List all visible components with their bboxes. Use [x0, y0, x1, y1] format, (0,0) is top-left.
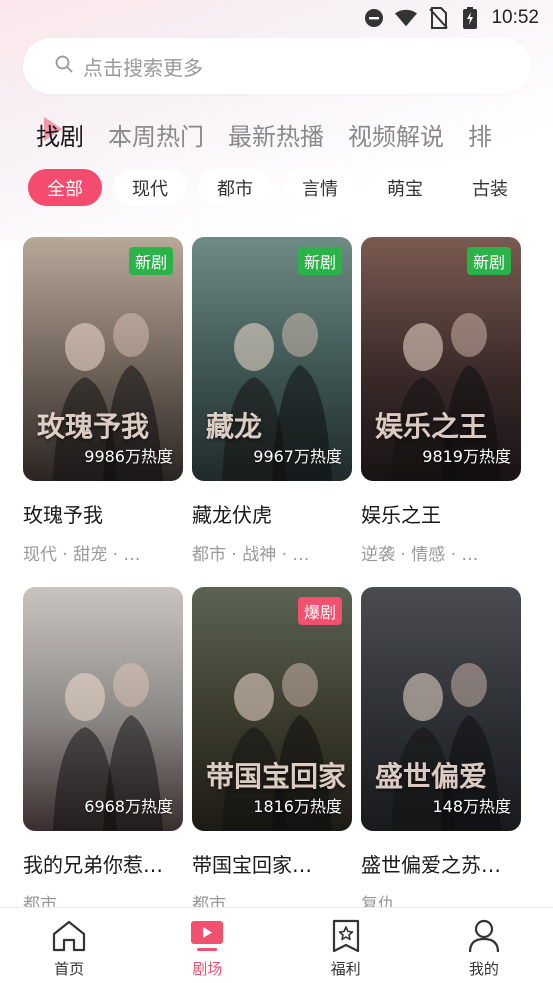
heat-count: 9819万热度 [422, 447, 511, 466]
tab-weekly-hot[interactable]: 本周热门 [108, 117, 204, 152]
drama-title[interactable]: 玫瑰予我 [23, 499, 183, 528]
nav-label: 福利 [330, 960, 361, 978]
drama-card[interactable]: 6968万热度 我的兄弟你惹… 都市 [23, 587, 183, 915]
heat-count: 9986万热度 [84, 447, 173, 466]
filter-chip-costume[interactable]: 古装 [453, 169, 527, 206]
poster-title-art: 藏龙 [206, 410, 263, 443]
wifi-icon [395, 7, 418, 29]
drama-card[interactable]: 盛世偏爱 148万热度 盛世偏爱之苏… 复仇 [361, 587, 521, 915]
nav-label: 首页 [54, 960, 85, 978]
theater-icon [189, 918, 225, 954]
drama-title[interactable]: 我的兄弟你惹… [23, 849, 183, 878]
tab-label: 排 [468, 122, 492, 151]
nav-label: 我的 [468, 960, 499, 978]
status-time: 10:52 [491, 7, 539, 28]
drama-title[interactable]: 盛世偏爱之苏… [361, 849, 521, 878]
filter-chip-romance[interactable]: 言情 [283, 169, 357, 206]
search-placeholder: 点击搜索更多 [83, 55, 203, 80]
tab-latest[interactable]: 最新热播 [228, 117, 324, 152]
badge-hot: 爆剧 [297, 597, 342, 625]
no-sim-icon [427, 7, 449, 29]
heat-count: 1816万热度 [253, 797, 342, 816]
drama-card[interactable]: 玫瑰予我 新剧 9986万热度 玫瑰予我 现代 · 甜宠 · … [23, 237, 183, 565]
drama-poster[interactable]: 藏龙 新剧 9967万热度 [192, 237, 352, 481]
drama-title[interactable]: 带国宝回家… [192, 849, 352, 878]
home-icon [51, 918, 87, 954]
search-icon [55, 55, 73, 77]
poster-title-art: 玫瑰予我 [37, 410, 150, 443]
profile-icon [466, 918, 502, 954]
tab-ranking[interactable]: 排 [468, 117, 492, 152]
heat-count: 9967万热度 [253, 447, 342, 466]
nav-theater[interactable]: 剧场 [147, 908, 267, 979]
drama-card[interactable]: 藏龙 新剧 9967万热度藏龙伏虎都市 · 战神 · … [192, 237, 352, 565]
drama-card[interactable]: 娱乐之王 新剧 9819万热度 娱乐之王 逆袭 · 情感 · … [361, 237, 521, 565]
heat-count: 148万热度 [432, 797, 511, 816]
bottom-navigation: 首页 剧场 福利 我的 [0, 907, 553, 983]
search-bar[interactable]: 点击搜索更多 [23, 38, 531, 94]
drama-poster[interactable]: 带国宝回家 爆剧 1816万热度 [192, 587, 352, 831]
nav-label: 剧场 [192, 960, 223, 978]
category-tabs: 找剧 本周热门 最新热播 视频解说 排 [36, 112, 553, 156]
drama-poster[interactable]: 娱乐之王 新剧 9819万热度 [361, 237, 521, 481]
badge-new: 新剧 [297, 247, 342, 275]
badge-new: 新剧 [466, 247, 511, 275]
filter-chip-urban[interactable]: 都市 [198, 169, 272, 206]
nav-welfare[interactable]: 福利 [286, 908, 406, 979]
tab-label: 找剧 [36, 122, 84, 151]
tab-label: 本周热门 [108, 122, 204, 151]
drama-title[interactable]: 藏龙伏虎 [192, 499, 352, 528]
drama-tags: 都市 · 战神 · … [192, 545, 310, 565]
drama-card[interactable]: 带国宝回家 爆剧 1816万热度 带国宝回家… 都市 [192, 587, 352, 915]
drama-tags: 逆袭 · 情感 · … [361, 545, 479, 565]
welfare-icon [328, 918, 364, 954]
filter-chip-modern[interactable]: 现代 [113, 169, 187, 206]
tab-find-drama[interactable]: 找剧 [36, 116, 84, 152]
heat-count: 6968万热度 [84, 797, 173, 816]
battery-charging-icon [459, 7, 481, 29]
poster-title-art: 带国宝回家 [206, 760, 347, 793]
drama-poster[interactable]: 6968万热度 [23, 587, 183, 831]
filter-chips: 全部 现代 都市 言情 萌宝 古装 [28, 169, 553, 206]
tab-video-commentary[interactable]: 视频解说 [348, 117, 444, 152]
nav-home[interactable]: 首页 [9, 908, 129, 979]
dnd-icon [363, 7, 385, 29]
filter-chip-cute-baby[interactable]: 萌宝 [368, 169, 442, 206]
tab-label: 视频解说 [348, 122, 444, 151]
poster-title-art: 盛世偏爱 [375, 760, 488, 793]
drama-poster[interactable]: 玫瑰予我 新剧 9986万热度 [23, 237, 183, 481]
drama-tags: 现代 · 甜宠 · … [23, 545, 141, 565]
drama-title[interactable]: 娱乐之王 [361, 499, 521, 528]
tab-label: 最新热播 [228, 122, 324, 151]
badge-new: 新剧 [128, 247, 173, 275]
drama-poster[interactable]: 盛世偏爱 148万热度 [361, 587, 521, 831]
nav-profile[interactable]: 我的 [424, 908, 544, 979]
filter-chip-all[interactable]: 全部 [28, 169, 102, 206]
status-bar: 10:52 [0, 0, 553, 36]
poster-title-art: 娱乐之王 [375, 410, 488, 443]
